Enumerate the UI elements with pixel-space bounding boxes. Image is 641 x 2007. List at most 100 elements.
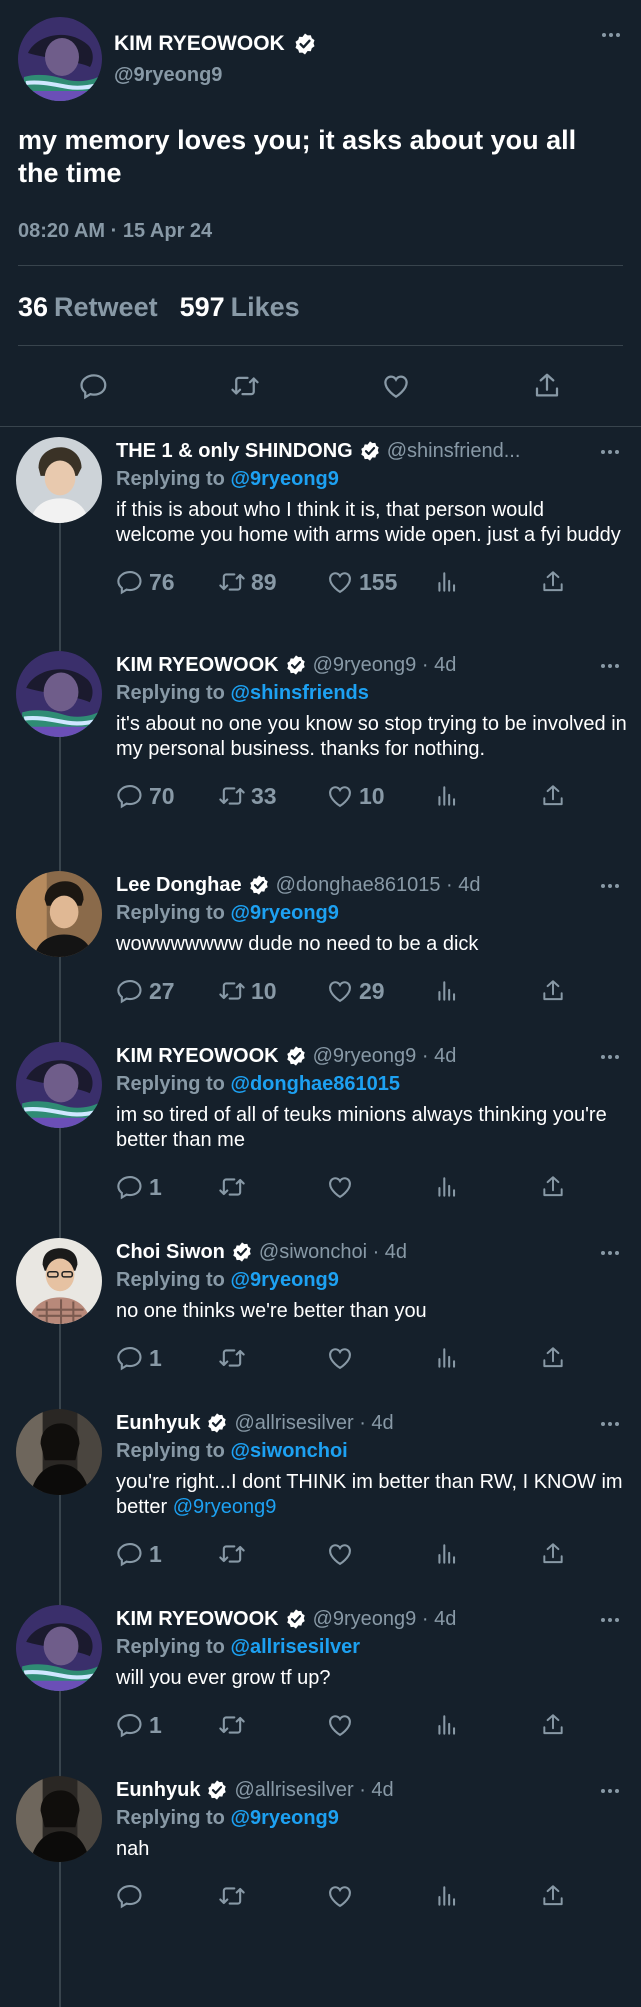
retweet-button[interactable] [218, 1344, 251, 1372]
author-handle[interactable]: @9ryeong9 [114, 64, 317, 87]
retweet-button[interactable] [218, 1882, 251, 1910]
reply-button[interactable] [116, 1882, 149, 1910]
reply-tweet[interactable]: Eunhyuk @allrisesilver · 4d Replying to … [0, 1776, 641, 1936]
like-button[interactable] [326, 1344, 359, 1372]
stats-button[interactable] [434, 1883, 460, 1909]
share-button[interactable] [540, 1541, 566, 1567]
stats-button[interactable] [434, 1541, 460, 1567]
retweets-stat[interactable]: 36 Retweet [18, 292, 158, 323]
reply-button[interactable]: 1 [116, 1540, 162, 1568]
reply-author-handle[interactable]: @allrisesilver · 4d [234, 1779, 393, 1802]
like-button[interactable] [326, 1173, 359, 1201]
more-options-icon[interactable] [601, 1248, 625, 1258]
stats-button[interactable] [434, 1712, 460, 1738]
replying-to-handle[interactable]: @9ryeong9 [230, 1807, 338, 1829]
reply-button[interactable]: 1 [116, 1711, 162, 1739]
reply-author-name[interactable]: KIM RYEOWOOK [116, 654, 279, 677]
like-button[interactable] [326, 1711, 359, 1739]
share-button[interactable] [540, 783, 566, 809]
mention-link[interactable]: @9ryeong9 [173, 1496, 277, 1518]
stats-button[interactable] [434, 783, 460, 809]
more-options-icon[interactable] [601, 1052, 625, 1062]
share-button[interactable] [540, 1712, 566, 1738]
retweet-button[interactable] [218, 1173, 251, 1201]
like-button[interactable] [326, 1540, 359, 1568]
reply-author-handle[interactable]: @9ryeong9 · 4d [313, 654, 457, 677]
replying-to-handle[interactable]: @donghae861015 [230, 1073, 400, 1095]
avatar[interactable] [16, 437, 102, 523]
reply-author-name[interactable]: KIM RYEOWOOK [116, 1045, 279, 1068]
reply-author-name[interactable]: KIM RYEOWOOK [116, 1608, 279, 1631]
reply-tweet[interactable]: Lee Donghae @donghae861015 · 4d Replying… [0, 871, 641, 1042]
reply-author-handle[interactable]: @9ryeong9 · 4d [313, 1045, 457, 1068]
reply-author-handle[interactable]: @allrisesilver · 4d [234, 1412, 393, 1435]
reply-button[interactable]: 76 [116, 568, 175, 596]
share-button[interactable] [540, 1345, 566, 1371]
reply-author-name[interactable]: THE 1 & only SHINDONG [116, 440, 353, 463]
reply-author-name[interactable]: Lee Donghae [116, 874, 242, 897]
avatar[interactable] [16, 1409, 102, 1495]
retweet-button[interactable]: 33 [218, 782, 277, 810]
more-options-icon[interactable] [599, 28, 623, 42]
retweet-button[interactable] [218, 1540, 251, 1568]
more-options-icon[interactable] [601, 1419, 625, 1429]
avatar[interactable] [16, 1605, 102, 1691]
share-button[interactable] [540, 1883, 566, 1909]
reply-tweet[interactable]: KIM RYEOWOOK @9ryeong9 · 4d Replying to … [0, 1605, 641, 1776]
like-button[interactable]: 155 [326, 568, 397, 596]
reply-icon[interactable] [79, 371, 109, 401]
replying-to-handle[interactable]: @9ryeong9 [230, 468, 338, 490]
stats-button[interactable] [434, 1174, 460, 1200]
reply-author-name[interactable]: Eunhyuk [116, 1412, 200, 1435]
retweet-button[interactable] [218, 1711, 251, 1739]
stats-button[interactable] [434, 569, 460, 595]
stats-button[interactable] [434, 978, 460, 1004]
avatar[interactable] [16, 1238, 102, 1324]
share-button[interactable] [540, 1174, 566, 1200]
replying-to-handle[interactable]: @shinsfriends [230, 682, 368, 704]
avatar[interactable] [16, 651, 102, 737]
likes-stat[interactable]: 597 Likes [180, 292, 300, 323]
avatar[interactable] [16, 1042, 102, 1128]
reply-author-handle[interactable]: @shinsfriend... [387, 440, 521, 463]
reply-author-handle[interactable]: @siwonchoi · 4d [259, 1241, 407, 1264]
share-button[interactable] [540, 569, 566, 595]
avatar[interactable] [18, 17, 102, 101]
reply-tweet[interactable]: Choi Siwon @siwonchoi · 4d Replying to @… [0, 1238, 641, 1409]
reply-button[interactable]: 1 [116, 1173, 162, 1201]
reply-author-handle[interactable]: @9ryeong9 · 4d [313, 1608, 457, 1631]
reply-tweet[interactable]: KIM RYEOWOOK @9ryeong9 · 4d Replying to … [0, 1042, 641, 1238]
like-button[interactable]: 10 [326, 782, 385, 810]
reply-button[interactable]: 1 [116, 1344, 162, 1372]
reply-tweet[interactable]: KIM RYEOWOOK @9ryeong9 · 4d Replying to … [0, 651, 641, 871]
share-button[interactable] [540, 978, 566, 1004]
share-icon[interactable] [532, 371, 562, 401]
reply-author-handle[interactable]: @donghae861015 · 4d [276, 874, 481, 897]
replying-to-handle[interactable]: @9ryeong9 [230, 1269, 338, 1291]
retweet-button[interactable]: 10 [218, 977, 277, 1005]
like-button[interactable]: 29 [326, 977, 385, 1005]
more-options-icon[interactable] [601, 881, 625, 891]
more-options-icon[interactable] [601, 1615, 625, 1625]
author-name[interactable]: KIM RYEOWOOK [114, 32, 285, 56]
more-options-icon[interactable] [601, 661, 625, 671]
tweet-timestamp[interactable]: 08:20 AM · 15 Apr 24 [18, 220, 623, 266]
more-options-icon[interactable] [601, 447, 625, 457]
reply-author-name[interactable]: Choi Siwon [116, 1241, 225, 1264]
reply-author-name[interactable]: Eunhyuk [116, 1779, 200, 1802]
replying-to-handle[interactable]: @allrisesilver [230, 1636, 360, 1658]
retweet-button[interactable]: 89 [218, 568, 277, 596]
replying-to-handle[interactable]: @siwonchoi [230, 1440, 347, 1462]
reply-tweet[interactable]: Eunhyuk @allrisesilver · 4d Replying to … [0, 1409, 641, 1605]
stats-button[interactable] [434, 1345, 460, 1371]
reply-button[interactable]: 70 [116, 782, 175, 810]
reply-tweet[interactable]: THE 1 & only SHINDONG @shinsfriend... Re… [0, 437, 641, 651]
replying-to-handle[interactable]: @9ryeong9 [230, 902, 338, 924]
avatar[interactable] [16, 871, 102, 957]
more-options-icon[interactable] [601, 1786, 625, 1796]
reply-button[interactable]: 27 [116, 977, 175, 1005]
like-button[interactable] [326, 1882, 359, 1910]
avatar[interactable] [16, 1776, 102, 1862]
retweet-icon[interactable] [230, 371, 260, 401]
like-icon[interactable] [381, 371, 411, 401]
